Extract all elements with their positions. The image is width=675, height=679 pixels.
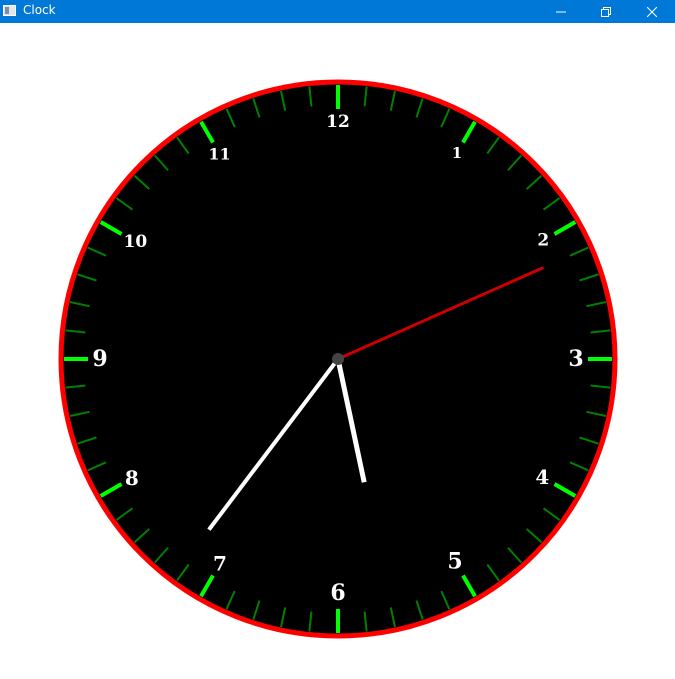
numeral-11: 11	[208, 144, 230, 163]
numeral-9: 9	[92, 346, 107, 372]
numeral-7: 7	[213, 551, 227, 575]
close-button[interactable]	[629, 0, 675, 23]
window-title: Clock	[23, 3, 56, 17]
numeral-6: 6	[330, 580, 345, 606]
app-icon[interactable]	[3, 5, 16, 16]
center-hub	[332, 353, 344, 365]
restore-icon	[601, 6, 611, 17]
minimize-icon	[556, 11, 566, 12]
clock: 121234567891011	[58, 79, 618, 639]
numeral-1: 1	[452, 144, 462, 162]
close-icon	[647, 6, 657, 17]
numeral-12: 12	[326, 112, 350, 132]
numeral-2: 2	[537, 231, 549, 251]
numeral-10: 10	[124, 232, 148, 252]
title-bar[interactable]: Clock	[0, 0, 675, 23]
restore-button[interactable]	[583, 0, 629, 23]
numeral-5: 5	[447, 549, 462, 575]
numeral-3: 3	[568, 346, 583, 372]
numeral-4: 4	[535, 465, 549, 489]
minimize-button[interactable]	[538, 0, 584, 23]
numeral-8: 8	[125, 466, 139, 490]
client-area: 12 1 2 3 4 5 6 7 8 9 10 11	[0, 23, 675, 675]
